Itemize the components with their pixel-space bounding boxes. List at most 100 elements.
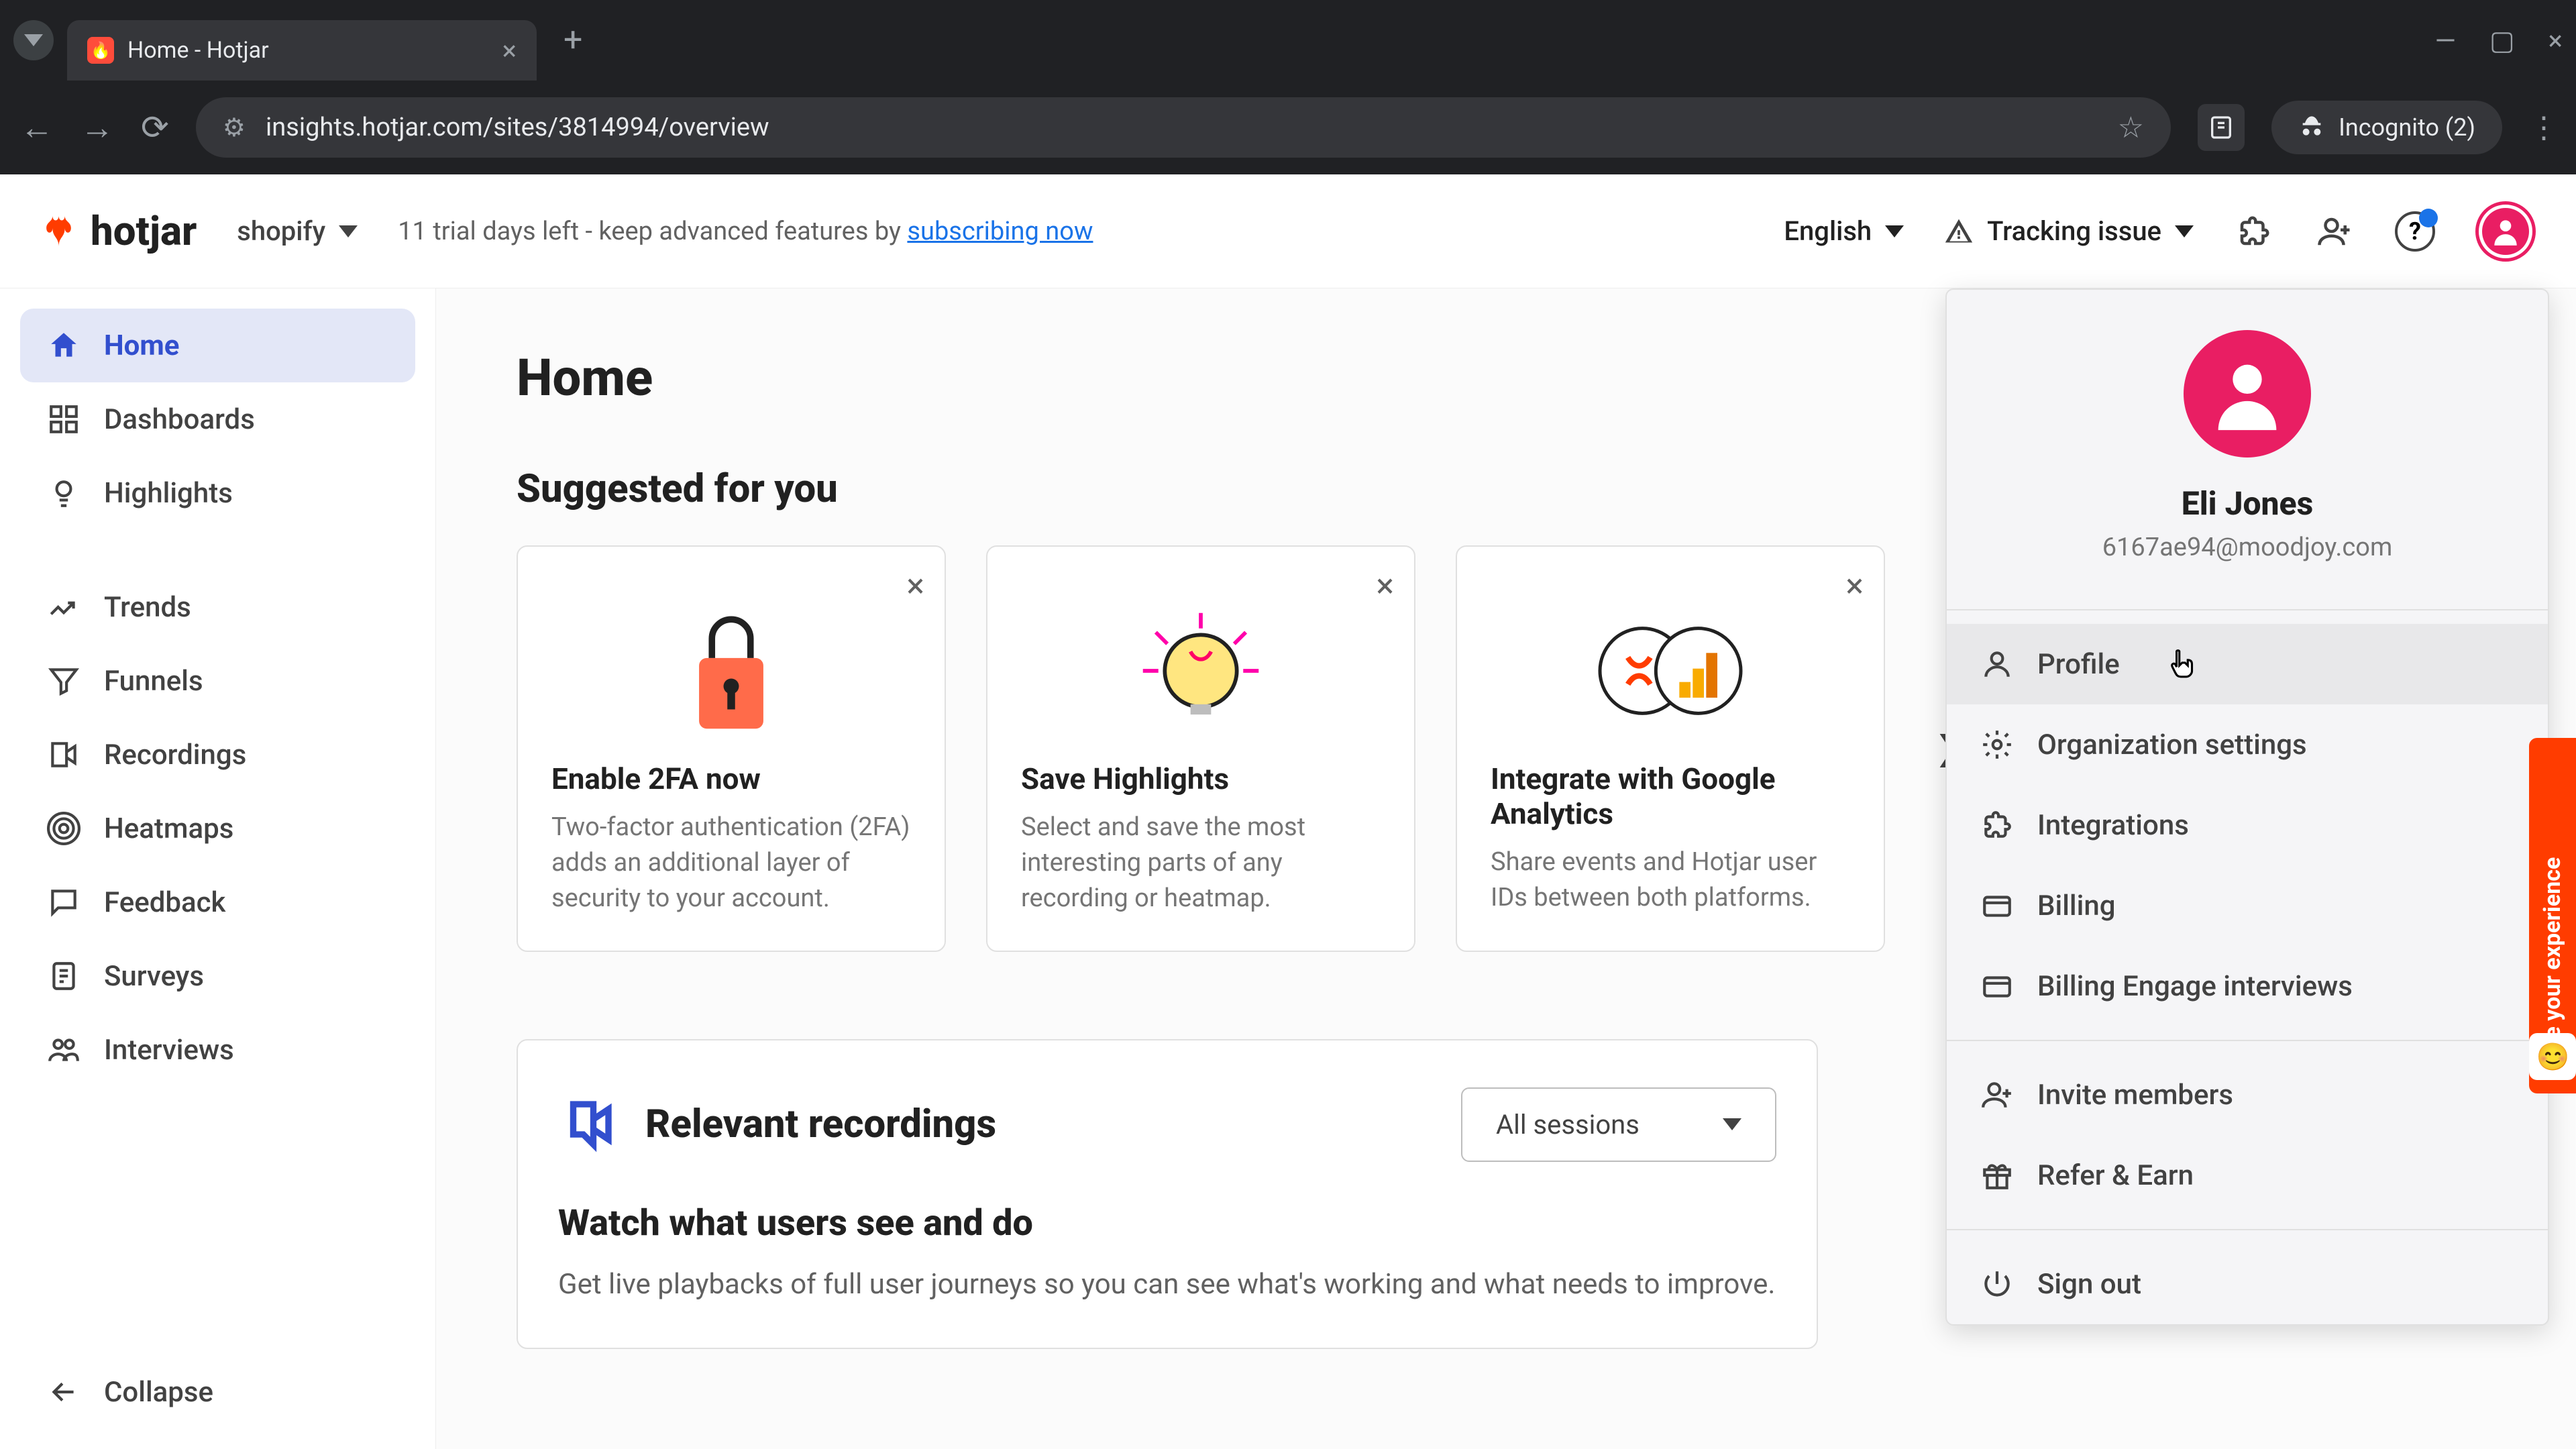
url-bar: ← → ⟳ ⚙ insights.hotjar.com/sites/381499… (0, 80, 2576, 174)
recordings-panel-icon (558, 1094, 619, 1155)
sidebar-item-label: Interviews (104, 1034, 234, 1067)
language-label: English (1784, 215, 1872, 247)
puzzle-icon (1980, 808, 2014, 842)
sidebar-item-label: Surveys (104, 960, 204, 993)
dropdown-label: All sessions (1496, 1109, 1640, 1140)
card-desc: Two-factor authentication (2FA) adds an … (551, 810, 911, 917)
app-header: hotjar shopify 11 trial days left - keep… (0, 174, 2576, 288)
sidebar-item-heatmaps[interactable]: Heatmaps (20, 792, 415, 865)
url-field[interactable]: ⚙ insights.hotjar.com/sites/3814994/over… (196, 97, 2171, 158)
profile-name: Eli Jones (1974, 484, 2521, 523)
language-selector[interactable]: English (1784, 215, 1904, 247)
app: hotjar shopify 11 trial days left - keep… (0, 174, 2576, 1449)
new-tab-button[interactable]: + (564, 21, 582, 60)
menu-item-profile[interactable]: Profile (1947, 624, 2548, 704)
recordings-icon (47, 738, 80, 771)
power-icon (1980, 1267, 2014, 1301)
menu-item-integrations[interactable]: Integrations (1947, 785, 2548, 865)
sidebar-item-surveys[interactable]: Surveys (20, 939, 415, 1013)
forward-button[interactable]: → (80, 108, 114, 148)
maximize-button[interactable]: ▢ (2489, 25, 2515, 56)
integrations-button[interactable] (2234, 211, 2274, 252)
close-tab-button[interactable]: × (502, 35, 517, 66)
browser-menu-button[interactable]: ⋮ (2529, 110, 2556, 145)
sidebar-item-feedback[interactable]: Feedback (20, 865, 415, 939)
feedback-emoji-icon: 😊 (2529, 1033, 2576, 1080)
sidebar-item-label: Funnels (104, 665, 203, 698)
minimize-button[interactable]: — (2435, 25, 2456, 56)
chevron-down-icon (339, 225, 358, 237)
url-text: insights.hotjar.com/sites/3814994/overvi… (266, 113, 769, 142)
sidebar-item-label: Recordings (104, 739, 246, 771)
close-card-button[interactable]: × (1845, 567, 1864, 606)
gift-icon (1980, 1159, 2014, 1192)
home-icon (47, 329, 80, 362)
sessions-dropdown[interactable]: All sessions (1461, 1087, 1776, 1162)
recordings-title: Relevant recordings (645, 1102, 996, 1147)
profile-menu: Eli Jones 6167ae94@moodjoy.com Profile O… (1945, 288, 2549, 1326)
trial-banner: 11 trial days left - keep advanced featu… (398, 217, 1093, 246)
favicon-icon (87, 37, 114, 64)
menu-item-label: Invite members (2037, 1079, 2233, 1112)
sidebar-item-highlights[interactable]: Highlights (20, 456, 415, 530)
menu-item-signout[interactable]: Sign out (1947, 1244, 2548, 1324)
bookmark-button[interactable]: ☆ (2118, 110, 2144, 145)
collapse-button[interactable]: Collapse (20, 1355, 415, 1429)
card-ga[interactable]: × Integrate with Google Analytics Share … (1456, 545, 1885, 952)
menu-item-label: Integrations (2037, 809, 2189, 842)
menu-item-refer[interactable]: Refer & Earn (1947, 1135, 2548, 1216)
avatar-icon (2482, 208, 2529, 255)
incognito-label: Incognito (2) (2339, 113, 2475, 142)
card-title: Integrate with Google Analytics (1491, 761, 1850, 831)
notification-dot (2419, 209, 2438, 227)
app-body: Home Dashboards Highlights Trends Funnel… (0, 288, 2576, 1449)
subscribe-link[interactable]: subscribing now (907, 217, 1093, 246)
menu-item-org-settings[interactable]: Organization settings (1947, 704, 2548, 785)
tracking-issue-button[interactable]: Tracking issue (1944, 215, 2194, 247)
sidebar: Home Dashboards Highlights Trends Funnel… (0, 288, 436, 1449)
invite-button[interactable] (2314, 211, 2355, 252)
credit-card-icon (1980, 969, 2014, 1003)
close-card-button[interactable]: × (1376, 567, 1394, 606)
menu-item-billing[interactable]: Billing (1947, 865, 2548, 946)
chevron-down-icon (1885, 225, 1904, 237)
card-2fa[interactable]: × Enable 2FA now Two-factor authenticati… (517, 545, 946, 952)
card-highlights[interactable]: × Save Highlights Select and save the mo… (986, 545, 1415, 952)
tab-title: Home - Hotjar (127, 37, 269, 64)
profile-avatar (2184, 330, 2311, 458)
reader-mode-button[interactable] (2198, 104, 2245, 151)
chevron-down-icon (1723, 1118, 1741, 1130)
chevron-down-icon (2175, 225, 2194, 237)
sidebar-item-interviews[interactable]: Interviews (20, 1013, 415, 1087)
menu-item-invite[interactable]: Invite members (1947, 1055, 2548, 1135)
feedback-tab[interactable]: Rate your experience 😊 (2529, 738, 2576, 1093)
profile-email: 6167ae94@moodjoy.com (1974, 533, 2521, 562)
back-button[interactable]: ← (20, 108, 54, 148)
close-window-button[interactable]: × (2548, 25, 2563, 56)
site-selector[interactable]: shopify (237, 215, 358, 247)
close-card-button[interactable]: × (906, 567, 924, 606)
card-desc: Select and save the most interesting par… (1021, 810, 1381, 917)
menu-item-billing-engage[interactable]: Billing Engage interviews (1947, 946, 2548, 1026)
add-user-icon (2316, 213, 2353, 250)
sidebar-item-home[interactable]: Home (20, 309, 415, 382)
collapse-label: Collapse (104, 1376, 213, 1409)
reload-button[interactable]: ⟳ (141, 108, 169, 148)
browser-tab[interactable]: Home - Hotjar × (67, 20, 537, 80)
hotjar-logo[interactable]: hotjar (40, 207, 197, 255)
sidebar-item-funnels[interactable]: Funnels (20, 644, 415, 718)
user-icon (1980, 647, 2014, 681)
incognito-badge[interactable]: Incognito (2) (2271, 101, 2502, 154)
site-settings-icon[interactable]: ⚙ (223, 113, 246, 143)
sidebar-item-recordings[interactable]: Recordings (20, 718, 415, 792)
sidebar-item-dashboards[interactable]: Dashboards (20, 382, 415, 456)
add-user-icon (1980, 1078, 2014, 1112)
card-title: Save Highlights (1021, 761, 1381, 796)
avatar-button[interactable] (2475, 201, 2536, 262)
sidebar-item-label: Heatmaps (104, 812, 233, 845)
help-button[interactable]: ? (2395, 211, 2435, 252)
menu-item-label: Billing (2037, 890, 2116, 922)
surveys-icon (47, 959, 80, 993)
sidebar-item-trends[interactable]: Trends (20, 570, 415, 644)
tab-search-button[interactable] (13, 20, 54, 60)
